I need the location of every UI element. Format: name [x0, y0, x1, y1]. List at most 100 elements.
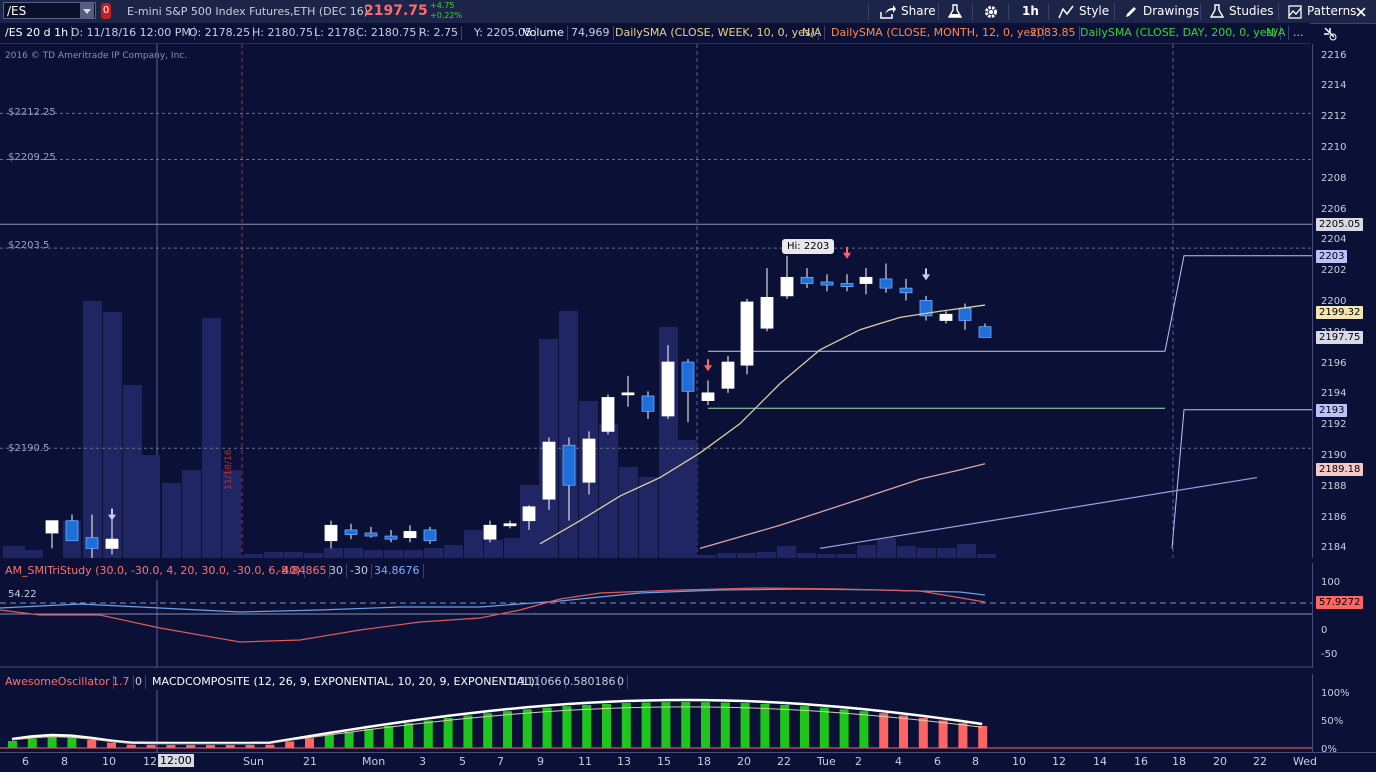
macd-histogram-bar [701, 702, 710, 748]
macd-chart[interactable] [0, 690, 1312, 752]
macd-histogram-bar [126, 744, 136, 748]
trend-line [819, 476, 1258, 549]
macd-histogram-bar [404, 723, 413, 748]
volume-bar [917, 548, 936, 558]
smi-header: AM_SMITriStudy (30.0, -30.0, 4, 20, 30.0… [0, 563, 1312, 579]
macd-histogram-bar [503, 711, 512, 748]
volume-bar [977, 554, 996, 558]
toolbar-divider [972, 3, 973, 20]
smi-axis[interactable]: 100500-5057.9272 [1312, 563, 1376, 668]
smi-chart[interactable] [0, 580, 1312, 668]
time-axis-label: 15 [657, 755, 671, 768]
macd-histogram-bar [186, 745, 196, 748]
volume-bar [424, 548, 443, 558]
more-studies[interactable]: ... [1290, 26, 1307, 40]
patterns-button[interactable]: Patterns [1288, 0, 1356, 23]
price-axis-tag: 2199.32 [1316, 306, 1364, 320]
candle-body [364, 532, 378, 537]
macd-histogram-bar [641, 702, 651, 748]
time-axis-label: 6 [22, 755, 29, 768]
price-axis-label: 2196 [1321, 357, 1347, 369]
macd-histogram-bar [87, 739, 97, 748]
style-label: Style [1079, 4, 1110, 18]
price-level-label: $2209.25 [8, 152, 56, 163]
macd-histogram-bar [47, 737, 57, 748]
symbol-dropdown-button[interactable] [80, 3, 94, 18]
macd-histogram-bar [146, 744, 156, 748]
volume-bar [284, 552, 303, 558]
volume-bar [404, 550, 423, 558]
macd-histogram-bar [899, 715, 908, 748]
sma-day-label[interactable]: DailySMA (CLOSE, DAY, 200, 0, yes) [1077, 26, 1281, 40]
macd-histogram-bar [324, 735, 334, 748]
volume-bar [757, 552, 776, 558]
toolbar-divider [938, 3, 939, 20]
volume-bar [717, 553, 736, 558]
sma-week-label[interactable]: DailySMA (CLOSE, WEEK, 10, 0, yes) [612, 26, 819, 40]
signal-arrow [922, 274, 930, 281]
studies-button[interactable]: Studies [1210, 0, 1274, 23]
smi-overbought: 30 [326, 564, 347, 578]
macd-line [11, 698, 983, 745]
date-marker: 11/18/16 [224, 449, 234, 490]
sma-week-value: N/A [799, 26, 826, 40]
volume-bar [202, 318, 221, 558]
time-axis-label: 12 [1052, 755, 1066, 768]
price-axis-label: 2202 [1321, 265, 1347, 277]
volume-study-label[interactable]: Volume [520, 26, 568, 40]
flask-button[interactable] [948, 0, 962, 23]
smi-axis-label: -50 [1321, 649, 1338, 660]
change-absolute: +4.75 [430, 1, 455, 10]
bar-date: D: 11/18/16 12:00 PM [68, 26, 195, 40]
price-axis-label: 2200 [1321, 296, 1347, 307]
interval-button[interactable]: 1h [1022, 0, 1039, 23]
alert-badge[interactable]: 0 [101, 3, 111, 19]
price-axis[interactable]: 2216221422122210220822062204220222002198… [1312, 44, 1376, 558]
time-axis-label: 16 [1134, 755, 1148, 768]
macd-histogram-bar [344, 731, 354, 748]
patterns-label: Patterns [1307, 4, 1357, 18]
price-axis-label: 2206 [1321, 203, 1347, 215]
sma-day-value: N/A [1263, 26, 1290, 40]
macd-histogram-bar [542, 707, 552, 748]
settings-button[interactable] [984, 0, 998, 23]
macd-histogram-bar [740, 703, 750, 748]
signal-arrow [704, 365, 712, 372]
signal-arrow [843, 252, 851, 259]
volume-bar [484, 540, 503, 558]
crosshair-toggle[interactable] [1322, 26, 1338, 45]
price-level-label: $2203.5 [8, 240, 50, 251]
close-button[interactable] [1356, 0, 1366, 23]
ao-study-label[interactable]: AwesomeOscillator [2, 675, 114, 689]
macd-axis[interactable]: 100% 50% 0% [1312, 674, 1376, 755]
time-axis-label: 10 [1012, 755, 1026, 768]
time-axis[interactable]: 6 8 10 12 12:00 Sun 21 Mon 3 5 7 9 11 13 15 18 20 22 Tue 2 4… [0, 752, 1376, 772]
volume-bar [559, 311, 578, 558]
sma-month-value: 2083.85 [1027, 26, 1080, 40]
share-button[interactable]: Share [880, 0, 936, 23]
price-chart[interactable] [0, 44, 1312, 558]
sma-month-label[interactable]: DailySMA (CLOSE, MONTH, 12, 0, yes) [828, 26, 1045, 40]
flask-icon [1210, 4, 1224, 18]
macd-histogram-bar [938, 720, 948, 748]
volume-bar [619, 467, 638, 558]
macd-histogram-bar [562, 706, 572, 748]
last-price: 2197.75 [364, 3, 428, 19]
time-axis-label: 4 [895, 755, 902, 768]
toolbar-divider [1114, 3, 1115, 20]
candle-body [820, 281, 834, 286]
chart-period[interactable]: /ES 20 d 1h [2, 26, 73, 40]
volume-bar [897, 546, 916, 558]
macd-study-label[interactable]: MACDCOMPOSITE (12, 26, 9, EXPONENTIAL, 1… [149, 675, 539, 689]
time-axis-label: Tue [817, 755, 836, 768]
style-button[interactable]: Style [1058, 0, 1109, 23]
price-axis-tag: 2197.75 [1316, 330, 1364, 344]
price-axis-tag: 2189.18 [1316, 462, 1364, 476]
macd-histogram-bar [819, 707, 829, 748]
candle-body [384, 535, 398, 540]
smi-study-label[interactable]: AM_SMITriStudy (30.0, -30.0, 4, 20, 30.0… [2, 564, 305, 578]
drawings-button[interactable]: Drawings [1124, 0, 1199, 23]
candle-body [958, 307, 972, 321]
gear-icon [985, 5, 997, 18]
price-level-label: $2190.5 [8, 443, 50, 454]
